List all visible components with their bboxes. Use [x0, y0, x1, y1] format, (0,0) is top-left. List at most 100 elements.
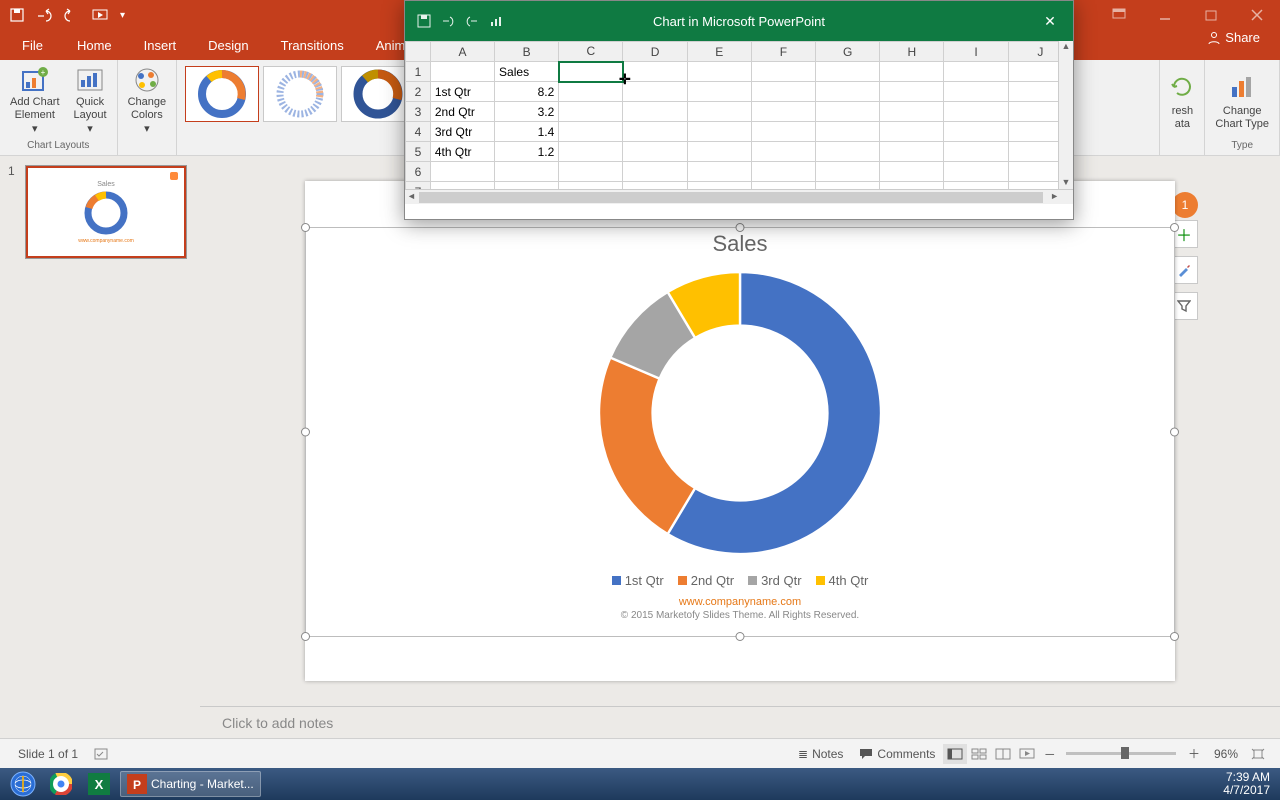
cell[interactable]: 3rd Qtr — [430, 122, 494, 142]
zoom-slider[interactable] — [1066, 752, 1176, 755]
cell[interactable] — [687, 102, 751, 122]
row-header[interactable]: 2 — [406, 82, 431, 102]
cell[interactable]: 1.4 — [495, 122, 559, 142]
notes-button[interactable]: ≣ Notes — [790, 747, 851, 761]
slide-counter[interactable]: Slide 1 of 1 — [10, 747, 86, 761]
resize-handle[interactable] — [736, 632, 745, 641]
cell[interactable]: 4th Qtr — [430, 142, 494, 162]
reading-view-button[interactable] — [991, 744, 1015, 764]
resize-handle[interactable] — [736, 223, 745, 232]
tab-design[interactable]: Design — [192, 30, 264, 60]
resize-handle[interactable] — [1170, 223, 1179, 232]
cell[interactable]: 3.2 — [495, 102, 559, 122]
excel-v-scrollbar[interactable]: ▲ ▼ — [1058, 41, 1073, 189]
share-button[interactable]: Share — [1197, 30, 1270, 45]
cell[interactable]: 1.2 — [495, 142, 559, 162]
cell[interactable] — [880, 142, 944, 162]
tab-transitions[interactable]: Transitions — [265, 30, 360, 60]
comments-button[interactable]: Comments — [851, 747, 943, 761]
cell[interactable] — [816, 142, 880, 162]
cell[interactable] — [816, 102, 880, 122]
excel-save-icon[interactable] — [417, 14, 431, 28]
cell[interactable] — [944, 162, 1008, 182]
cell[interactable] — [623, 162, 687, 182]
chart-style-2[interactable] — [263, 66, 337, 122]
chart-data-window[interactable]: Chart in Microsoft PowerPoint ✕ ABCDEFGH… — [404, 0, 1074, 220]
excel-h-scrollbar[interactable]: ◄ ► — [405, 189, 1073, 204]
taskbar-chrome[interactable] — [44, 771, 78, 797]
cell[interactable] — [880, 122, 944, 142]
tab-insert[interactable]: Insert — [128, 30, 193, 60]
row-header[interactable]: 6 — [406, 162, 431, 182]
cell[interactable] — [559, 62, 623, 82]
col-header[interactable]: E — [687, 42, 751, 62]
cell[interactable] — [816, 62, 880, 82]
cell[interactable]: 1st Qtr — [430, 82, 494, 102]
cell[interactable] — [751, 102, 815, 122]
close-icon[interactable] — [1234, 0, 1280, 30]
cell[interactable] — [687, 162, 751, 182]
cell[interactable] — [623, 142, 687, 162]
undo-icon[interactable] — [36, 8, 52, 22]
chart-style-1[interactable] — [185, 66, 259, 122]
save-icon[interactable] — [10, 8, 24, 22]
resize-handle[interactable] — [1170, 632, 1179, 641]
cell[interactable] — [944, 82, 1008, 102]
minimize-icon[interactable] — [1142, 0, 1188, 30]
start-button[interactable] — [4, 770, 42, 798]
cell[interactable] — [687, 122, 751, 142]
cell[interactable] — [880, 82, 944, 102]
tab-file[interactable]: File — [4, 30, 61, 60]
col-header[interactable]: D — [623, 42, 687, 62]
resize-handle[interactable] — [301, 223, 310, 232]
cell[interactable] — [944, 142, 1008, 162]
resize-handle[interactable] — [301, 428, 310, 437]
excel-grid[interactable]: ABCDEFGHIJ1Sales21st Qtr8.232nd Qtr3.243… — [405, 41, 1073, 204]
redo-icon[interactable] — [64, 8, 80, 22]
donut-segment[interactable] — [599, 358, 695, 534]
spellcheck-icon[interactable] — [86, 747, 118, 761]
slide-thumbnail-1[interactable]: Sales www.companyname.com — [26, 166, 186, 258]
tab-home[interactable]: Home — [61, 30, 128, 60]
qat-more-icon[interactable]: ▾ — [120, 10, 125, 21]
ribbon-options-icon[interactable] — [1096, 0, 1142, 30]
cell[interactable] — [944, 62, 1008, 82]
cell[interactable] — [751, 162, 815, 182]
cell[interactable] — [623, 102, 687, 122]
row-header[interactable]: 3 — [406, 102, 431, 122]
donut-chart[interactable] — [590, 263, 890, 563]
row-header[interactable]: 1 — [406, 62, 431, 82]
cell[interactable]: 2nd Qtr — [430, 102, 494, 122]
cell[interactable] — [880, 162, 944, 182]
change-colors-button[interactable]: Change Colors ▾ — [122, 65, 173, 137]
cell[interactable] — [559, 142, 623, 162]
cell[interactable] — [816, 162, 880, 182]
excel-chart-icon[interactable] — [489, 14, 503, 28]
cell[interactable] — [623, 62, 687, 82]
excel-redo-icon[interactable] — [465, 14, 479, 28]
col-header[interactable]: H — [880, 42, 944, 62]
row-header[interactable]: 4 — [406, 122, 431, 142]
taskbar-powerpoint[interactable]: P Charting - Market... — [120, 771, 261, 797]
slide[interactable]: Sales 1st Qtr 2nd Qtr 3rd Qtr 4th Qtr ww… — [305, 181, 1175, 681]
cell[interactable] — [751, 142, 815, 162]
zoom-level[interactable]: 96% — [1206, 747, 1246, 761]
row-header[interactable]: 5 — [406, 142, 431, 162]
cell[interactable] — [751, 122, 815, 142]
col-header[interactable]: B — [495, 42, 559, 62]
maximize-icon[interactable] — [1188, 0, 1234, 30]
add-chart-element-button[interactable]: + Add Chart Element ▾ — [4, 65, 66, 137]
select-all-cell[interactable] — [406, 42, 431, 62]
cell[interactable] — [944, 102, 1008, 122]
col-header[interactable]: F — [751, 42, 815, 62]
cell[interactable]: Sales — [495, 62, 559, 82]
cell[interactable] — [495, 162, 559, 182]
slideshow-icon[interactable] — [92, 8, 108, 22]
cell[interactable]: 8.2 — [495, 82, 559, 102]
cell[interactable] — [559, 122, 623, 142]
normal-view-button[interactable] — [943, 744, 967, 764]
excel-undo-icon[interactable] — [441, 14, 455, 28]
excel-titlebar[interactable]: Chart in Microsoft PowerPoint ✕ — [405, 1, 1073, 41]
slide-thumbnail-pane[interactable]: 1 Sales www.companyname.com — [0, 156, 200, 738]
sorter-view-button[interactable] — [967, 744, 991, 764]
